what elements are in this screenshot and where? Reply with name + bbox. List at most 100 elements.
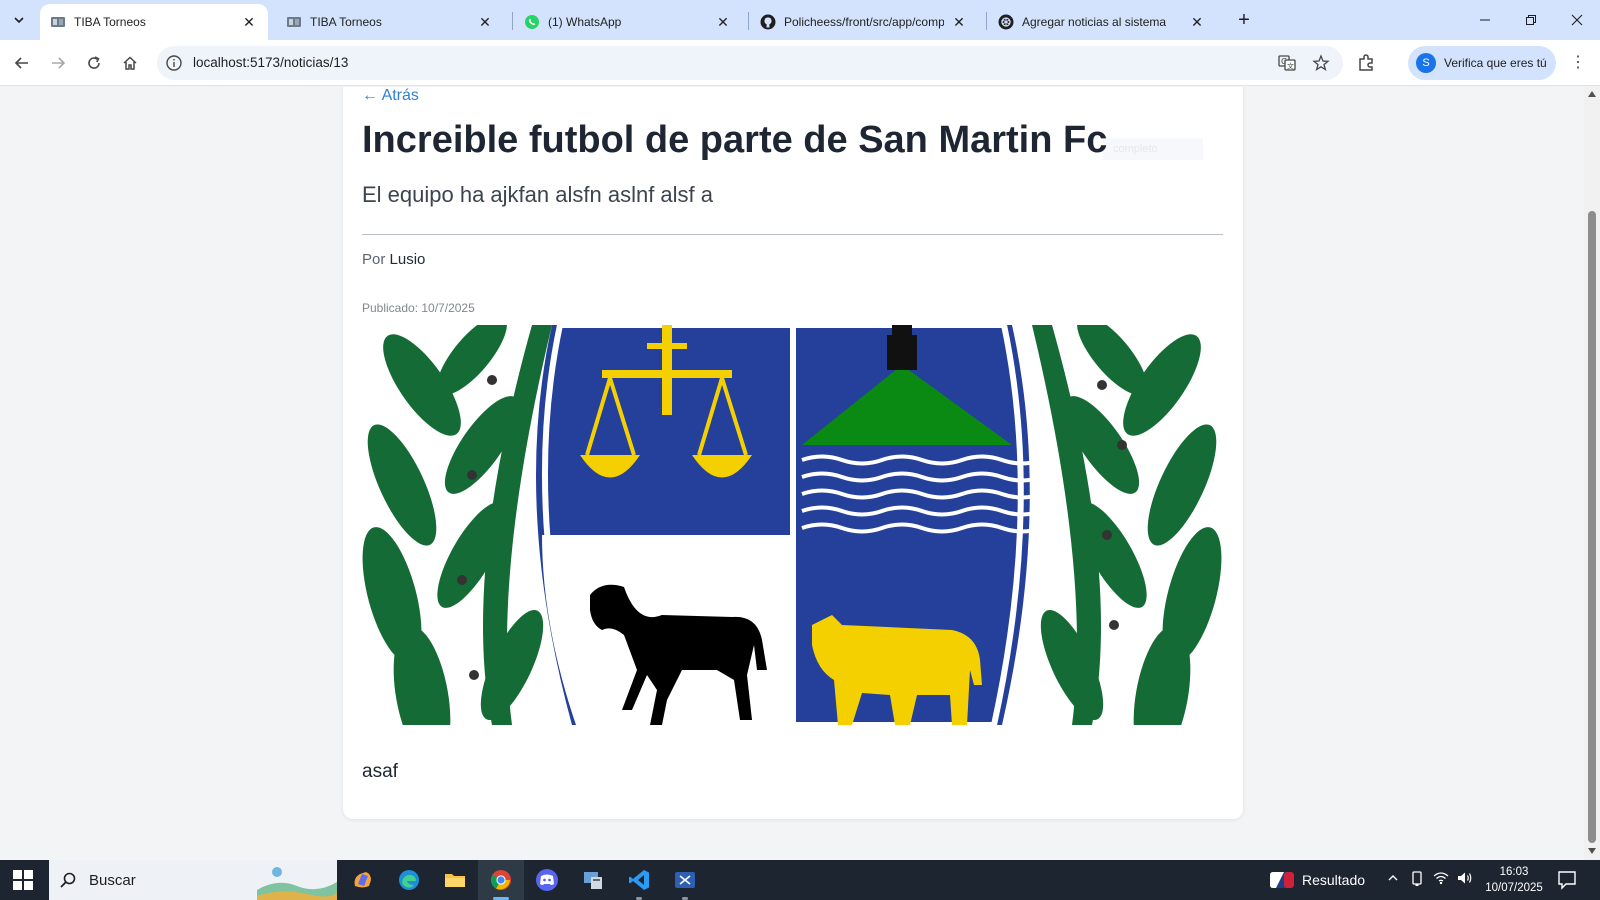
chrome-icon xyxy=(490,870,511,890)
notifications-icon[interactable] xyxy=(1557,870,1577,890)
bookmark-star-icon[interactable] xyxy=(1311,53,1331,73)
search-icon xyxy=(60,872,76,888)
close-tab-icon[interactable]: ✕ xyxy=(476,13,494,31)
tab-separator xyxy=(748,12,749,30)
meet-now-icon[interactable] xyxy=(1408,871,1426,889)
search-placeholder: Buscar xyxy=(89,871,136,889)
search-highlight-illustration-icon xyxy=(257,860,337,900)
scrollbar-thumb[interactable] xyxy=(1588,211,1596,843)
close-window-button[interactable] xyxy=(1554,0,1600,40)
mlb-logo-icon[interactable] xyxy=(1270,871,1294,889)
back-link[interactable]: ← Atrás xyxy=(362,87,419,105)
reload-icon xyxy=(88,56,100,69)
minimize-button[interactable] xyxy=(1462,0,1508,40)
close-tab-icon[interactable]: ✕ xyxy=(950,13,968,31)
windows-start-icon[interactable] xyxy=(10,868,36,892)
browser-toolbar: localhost:5173/noticias/13 G文 S Verifica… xyxy=(0,40,1600,86)
extensions-puzzle-icon[interactable] xyxy=(1356,53,1376,73)
home-icon xyxy=(123,56,137,70)
taskbar-chrome[interactable] xyxy=(478,860,524,900)
edge-icon xyxy=(399,870,419,890)
article-body: asaf xyxy=(362,761,398,782)
url-text[interactable]: localhost:5173/noticias/13 xyxy=(193,55,348,70)
chevron-down-icon xyxy=(14,17,24,24)
home-button[interactable] xyxy=(115,48,145,78)
close-tab-icon[interactable]: ✕ xyxy=(240,13,258,31)
tab-title: Agregar noticias al sistema xyxy=(1022,15,1167,29)
tab-title: Policheess/front/src/app/compo xyxy=(784,15,944,29)
snipping-tool-icon xyxy=(675,872,695,888)
openai-icon xyxy=(998,14,1014,30)
folder-icon xyxy=(445,874,465,887)
address-bar[interactable]: localhost:5173/noticias/13 G文 xyxy=(157,46,1343,80)
close-tab-icon[interactable]: ✕ xyxy=(714,13,732,31)
taskbar-vscode[interactable] xyxy=(616,860,662,900)
volume-icon[interactable] xyxy=(1456,871,1474,889)
plus-icon: + xyxy=(1238,8,1250,31)
discord-icon xyxy=(536,869,558,891)
page-scrollbar[interactable] xyxy=(1584,87,1600,860)
taskbar-copilot[interactable] xyxy=(340,860,386,900)
github-icon xyxy=(760,14,776,30)
more-vertical-icon: ⋮ xyxy=(1570,54,1586,71)
tab-search-button[interactable] xyxy=(6,7,32,33)
article-title: Increible futbol de parte de San Martin … xyxy=(362,119,1108,161)
svg-text:文: 文 xyxy=(1287,62,1294,71)
byline: Por Lusio xyxy=(362,251,425,268)
arrow-right-icon xyxy=(52,57,66,69)
copilot-icon xyxy=(354,872,371,888)
taskbar: Buscar Resultado 16:03 10/07/2025 xyxy=(0,860,1600,900)
tab-chatgpt[interactable]: Agregar noticias al sistema ✕ xyxy=(988,4,1216,40)
tab-github[interactable]: Policheess/front/src/app/compo ✕ xyxy=(750,4,978,40)
tab-whatsapp[interactable]: (1) WhatsApp ✕ xyxy=(514,4,742,40)
forward-button[interactable] xyxy=(43,48,73,78)
site-info-icon[interactable] xyxy=(165,54,183,72)
author-name: Lusio xyxy=(389,251,426,268)
article-subtitle: El equipo ha ajkfan alsfn aslnf alsf a xyxy=(362,182,714,207)
scroll-down-arrow-icon[interactable] xyxy=(1588,848,1596,854)
profile-button[interactable]: S Verifica que eres tú xyxy=(1408,46,1556,80)
tab-separator xyxy=(512,12,513,30)
coat-of-arms-image xyxy=(362,325,1222,725)
tab-title: TIBA Torneos xyxy=(74,15,146,29)
published-date: Publicado: 10/7/2025 xyxy=(362,301,475,315)
scroll-up-arrow-icon[interactable] xyxy=(1588,91,1596,97)
reload-button[interactable] xyxy=(79,48,109,78)
close-tab-icon[interactable]: ✕ xyxy=(1188,13,1206,31)
divider xyxy=(362,234,1223,235)
taskbar-edge[interactable] xyxy=(386,860,432,900)
tab-separator xyxy=(986,12,987,30)
news-card: ← Atrás completo Increible futbol de par… xyxy=(343,87,1243,819)
bull-emblem xyxy=(812,615,982,725)
translate-icon[interactable]: G文 xyxy=(1277,53,1297,73)
back-button[interactable] xyxy=(7,48,37,78)
browser-menu-button[interactable]: ⋮ xyxy=(1568,53,1588,73)
taskbar-search[interactable]: Buscar xyxy=(49,860,337,900)
tab-title: (1) WhatsApp xyxy=(548,15,622,29)
computer-manager-icon xyxy=(584,872,602,889)
system-clock[interactable]: 16:03 10/07/2025 xyxy=(1484,864,1544,896)
chevron-up-icon[interactable] xyxy=(1384,871,1402,889)
wifi-icon[interactable] xyxy=(1432,871,1450,889)
tab-tiba-torneos[interactable]: TIBA Torneos ✕ xyxy=(276,4,504,40)
taskbar-app-manager[interactable] xyxy=(570,860,616,900)
tab-tiba-torneos-active[interactable]: TIBA Torneos ✕ xyxy=(40,4,268,40)
faint-overlay-text: completo xyxy=(1103,138,1203,160)
profile-label: Verifica que eres tú xyxy=(1444,56,1547,70)
byline-prefix: Por xyxy=(362,251,386,268)
widget-result-label[interactable]: Resultado xyxy=(1302,872,1365,888)
tiba-favicon-icon xyxy=(50,14,66,30)
vscode-icon xyxy=(629,870,649,890)
arrow-left-icon xyxy=(14,57,28,69)
article-image xyxy=(362,325,1222,725)
tab-strip: TIBA Torneos ✕ TIBA Torneos ✕ (1) WhatsA… xyxy=(0,0,1600,40)
tab-title: TIBA Torneos xyxy=(310,15,382,29)
taskbar-snipping-tool[interactable] xyxy=(662,860,708,900)
restore-button[interactable] xyxy=(1508,0,1554,40)
new-tab-button[interactable]: + xyxy=(1232,8,1256,32)
clock-date: 10/07/2025 xyxy=(1485,882,1543,894)
restore-icon xyxy=(1526,15,1536,25)
taskbar-discord[interactable] xyxy=(524,860,570,900)
taskbar-file-explorer[interactable] xyxy=(432,860,478,900)
minimize-icon xyxy=(1480,19,1490,21)
